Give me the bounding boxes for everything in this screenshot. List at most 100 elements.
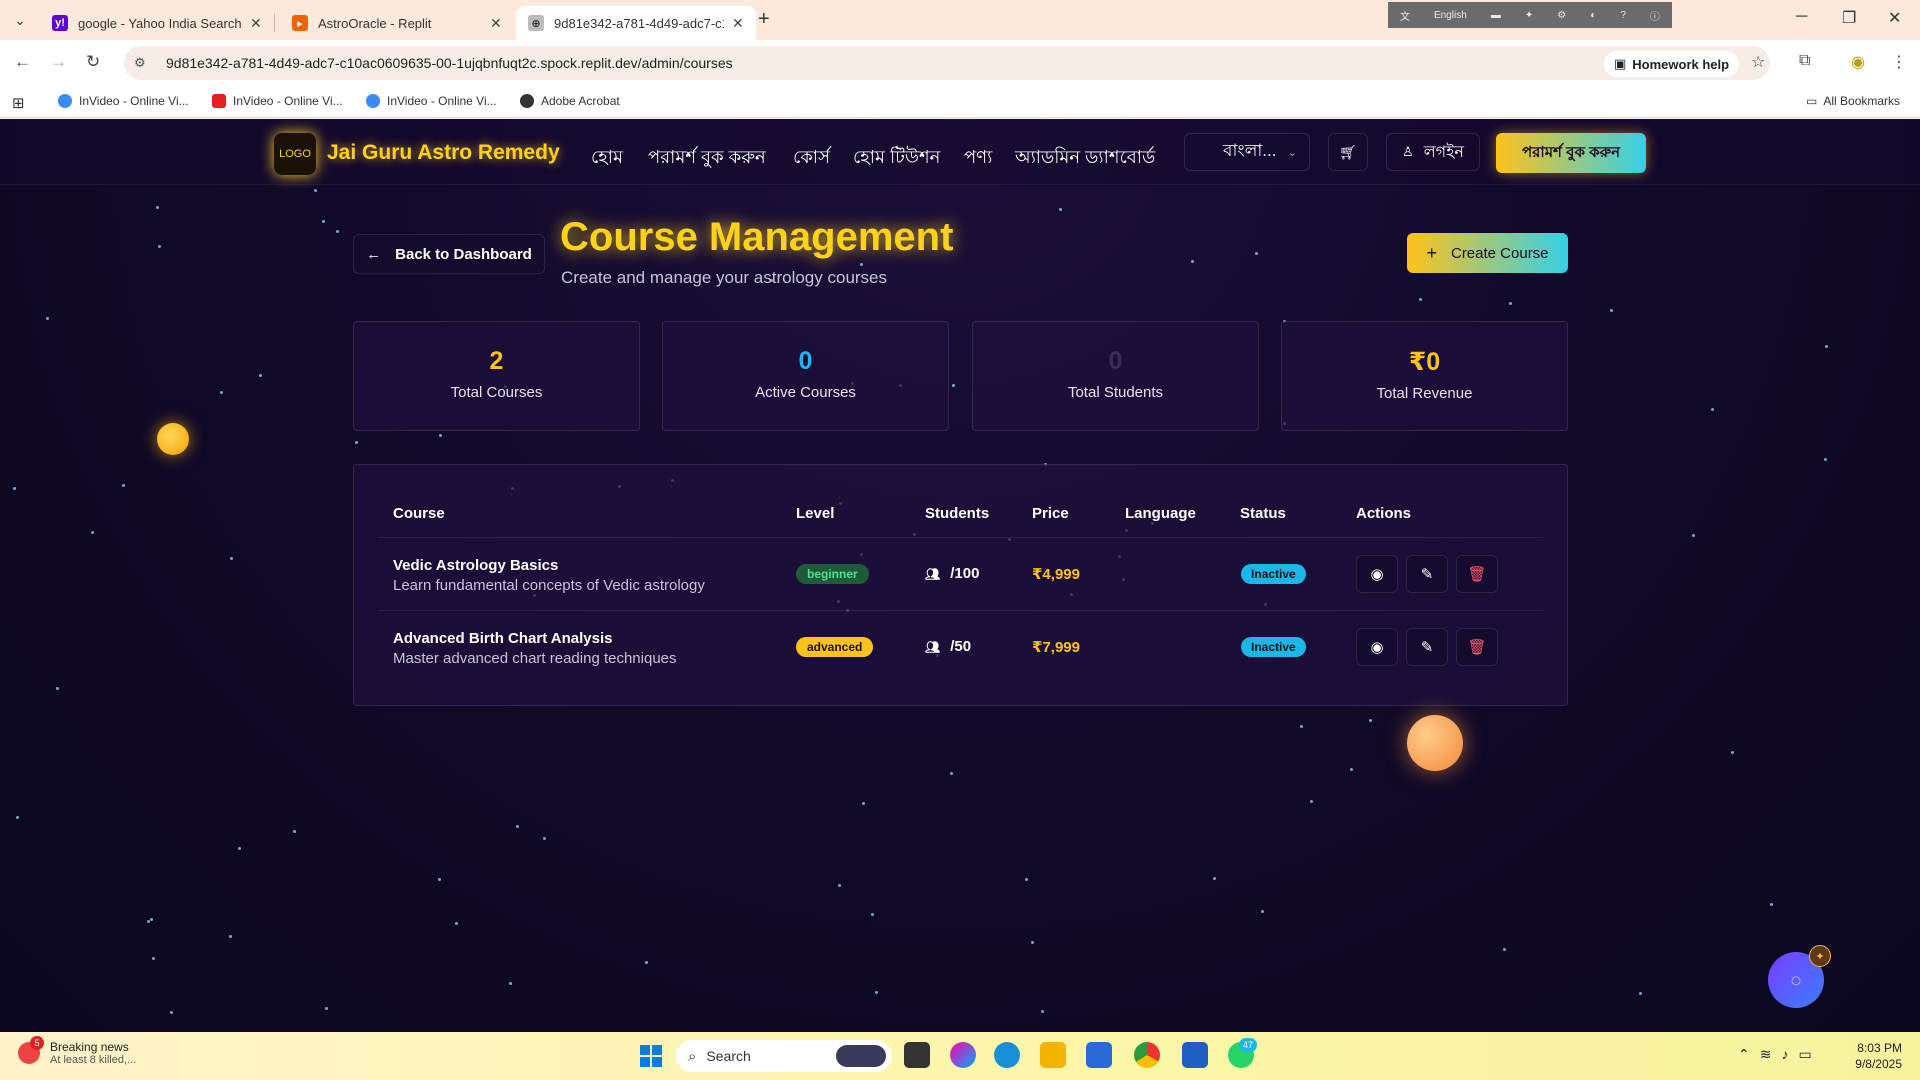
bookmark-adobe-acrobat[interactable]: Adobe Acrobat (520, 94, 620, 108)
stat-card-total-courses: 2 Total Courses (353, 321, 640, 431)
bookmark-star-icon[interactable]: ☆ (1751, 52, 1765, 72)
star-dot (838, 884, 841, 887)
battery-icon[interactable]: ▭ (1798, 1046, 1821, 1062)
delete-course-button[interactable]: 🗑︎ (1456, 555, 1498, 593)
back-to-dashboard-button[interactable]: ← Back to Dashboard (353, 234, 545, 274)
star-dot (1300, 725, 1303, 728)
star-dot (230, 557, 233, 560)
delete-course-button[interactable]: 🗑︎ (1456, 628, 1498, 666)
web-page: LOGO Jai Guru Astro Remedy হোম পরামর্শ ব… (0, 119, 1920, 1032)
info-icon[interactable]: ⓘ (1650, 8, 1660, 23)
chevron-up-icon[interactable]: ⌃ (1738, 1046, 1760, 1062)
level-badge: beginner (796, 564, 869, 584)
star-dot (1419, 298, 1422, 301)
tab-yahoo[interactable]: y! google - Yahoo India Search Re ✕ (40, 6, 274, 40)
nav-admin-dashboard[interactable]: অ্যাডমিন ড্যাশবোর্ড (1015, 143, 1155, 174)
help-icon[interactable]: ? (1620, 10, 1626, 21)
students-count: 👥︎/100 (925, 565, 980, 582)
file-explorer-icon[interactable] (1040, 1042, 1066, 1068)
nav-home[interactable]: হোম (591, 143, 623, 174)
system-clock[interactable]: 8:03 PM 9/8/2025 (1850, 1040, 1902, 1072)
restore-window-icon[interactable]: ❐ (1842, 8, 1856, 28)
book-consultation-button[interactable]: পরামর্শ বুক করুন (1496, 133, 1646, 173)
browser-menu-icon[interactable]: ⋮ (1891, 52, 1907, 72)
tab-search-chevron-icon[interactable]: ⌄ (8, 8, 32, 32)
all-bookmarks-folder[interactable]: ▭ All Bookmarks (1806, 94, 1900, 108)
pin-icon[interactable]: ✦ (1525, 10, 1533, 21)
decorative-planet-orange (1407, 715, 1463, 771)
page-subtitle: Create and manage your astrology courses (561, 268, 888, 287)
taskbar-search-box[interactable]: ⌕ Search (676, 1040, 892, 1072)
minimize-window-icon[interactable]: ─ (1796, 8, 1807, 26)
star-dot (1213, 877, 1216, 880)
minimize-bar-icon[interactable]: ▬ (1491, 10, 1501, 21)
news-widget[interactable]: 5 Breaking news At least 8 killed,... (18, 1036, 137, 1066)
nav-courses[interactable]: কোর্স (793, 143, 830, 174)
stat-label: Total Revenue (1376, 385, 1473, 402)
forward-arrow-icon[interactable]: → (50, 52, 67, 72)
nav-products[interactable]: পণ্য (964, 143, 992, 174)
copilot-icon[interactable] (950, 1042, 976, 1068)
url-text[interactable]: 9d81e342-a781-4d49-adc7-c10ac0609635-00-… (166, 55, 733, 71)
reload-icon[interactable]: ↻ (86, 52, 100, 72)
star-dot (1025, 878, 1028, 881)
homework-help-icon: ▣ (1614, 56, 1627, 71)
site-logo[interactable]: LOGO (274, 133, 316, 175)
cart-button[interactable]: 🛒︎ (1328, 133, 1368, 171)
site-brand-name[interactable]: Jai Guru Astro Remedy (327, 141, 560, 165)
star-dot (438, 878, 441, 881)
close-tab-icon[interactable]: ✕ (250, 15, 262, 32)
apps-grid-icon[interactable]: ⊞ (12, 94, 25, 112)
close-window-icon[interactable]: ✕ (1888, 8, 1901, 28)
star-dot (293, 830, 296, 833)
task-view-icon[interactable] (904, 1042, 930, 1068)
chat-icon: ◌ (1790, 969, 1802, 990)
star-dot (220, 391, 223, 394)
translate-icon[interactable]: 文 (1400, 8, 1410, 23)
browser-tab-bar: ⌄ y! google - Yahoo India Search Re ✕ ▸ … (0, 0, 1920, 40)
tab-replit[interactable]: ▸ AstroOracle - Replit ✕ (280, 6, 514, 40)
site-info-icon[interactable]: ⚙ (134, 55, 154, 71)
close-tab-icon[interactable]: ✕ (490, 15, 502, 32)
bookmark-invideo-1[interactable]: InVideo - Online Vi... (58, 94, 189, 108)
site-header: LOGO Jai Guru Astro Remedy হোম পরামর্শ ব… (0, 119, 1920, 185)
homework-help-button[interactable]: ▣ Homework help (1604, 51, 1740, 77)
news-subtitle: At least 8 killed,... (50, 1054, 137, 1066)
star-dot (1369, 719, 1372, 722)
extensions-icon[interactable]: ⧉ (1799, 52, 1810, 70)
whatsapp-badge: 47 (1239, 1038, 1257, 1052)
view-course-button[interactable]: ◉ (1356, 628, 1398, 666)
stat-value: ₹0 (1408, 348, 1441, 376)
back-arrow-icon[interactable]: ← (14, 52, 31, 72)
url-omnibox[interactable]: ⚙ 9d81e342-a781-4d49-adc7-c10ac0609635-0… (124, 46, 1770, 80)
settings-icon[interactable]: ⚙ (1557, 10, 1566, 21)
bookmark-invideo-2[interactable]: InVideo - Online Vi... (212, 94, 343, 108)
microsoft-store-icon[interactable] (1086, 1042, 1112, 1068)
edge-browser-icon[interactable] (994, 1042, 1020, 1068)
translate-language[interactable]: English (1434, 10, 1467, 21)
view-course-button[interactable]: ◉ (1356, 555, 1398, 593)
nav-home-tuition[interactable]: হোম টিউশন (853, 143, 940, 174)
nav-book-consultation[interactable]: পরামর্শ বুক করুন (648, 143, 766, 174)
star-dot (1261, 910, 1264, 913)
word-icon[interactable] (1182, 1042, 1208, 1068)
profile-avatar-icon[interactable]: ◉ (1851, 52, 1865, 72)
new-tab-plus-icon[interactable]: + (758, 8, 770, 31)
volume-icon[interactable]: ♪ (1781, 1046, 1798, 1062)
ai-sparkle-icon[interactable]: ✦ (1809, 945, 1831, 967)
edit-course-button[interactable]: ✎ (1406, 555, 1448, 593)
windows-start-icon[interactable] (640, 1045, 662, 1067)
tab-active-course-admin[interactable]: ⊕ 9d81e342-a781-4d49-adc7-c10 ✕ (516, 6, 756, 40)
edge-icon[interactable]: ◐ (1590, 10, 1596, 21)
column-header-status: Status (1240, 505, 1286, 522)
language-select[interactable]: বাংলা... ⌄ (1184, 133, 1310, 171)
invideo-icon (58, 94, 72, 108)
star-dot (1770, 903, 1773, 906)
chrome-icon[interactable] (1134, 1042, 1160, 1068)
wifi-icon[interactable]: ≋ (1760, 1046, 1782, 1062)
login-button[interactable]: ♙ লগইন (1386, 133, 1480, 171)
edit-course-button[interactable]: ✎ (1406, 628, 1448, 666)
create-course-button[interactable]: + Create Course (1407, 233, 1568, 273)
close-tab-icon[interactable]: ✕ (732, 15, 744, 32)
bookmark-invideo-3[interactable]: InVideo - Online Vi... (366, 94, 497, 108)
